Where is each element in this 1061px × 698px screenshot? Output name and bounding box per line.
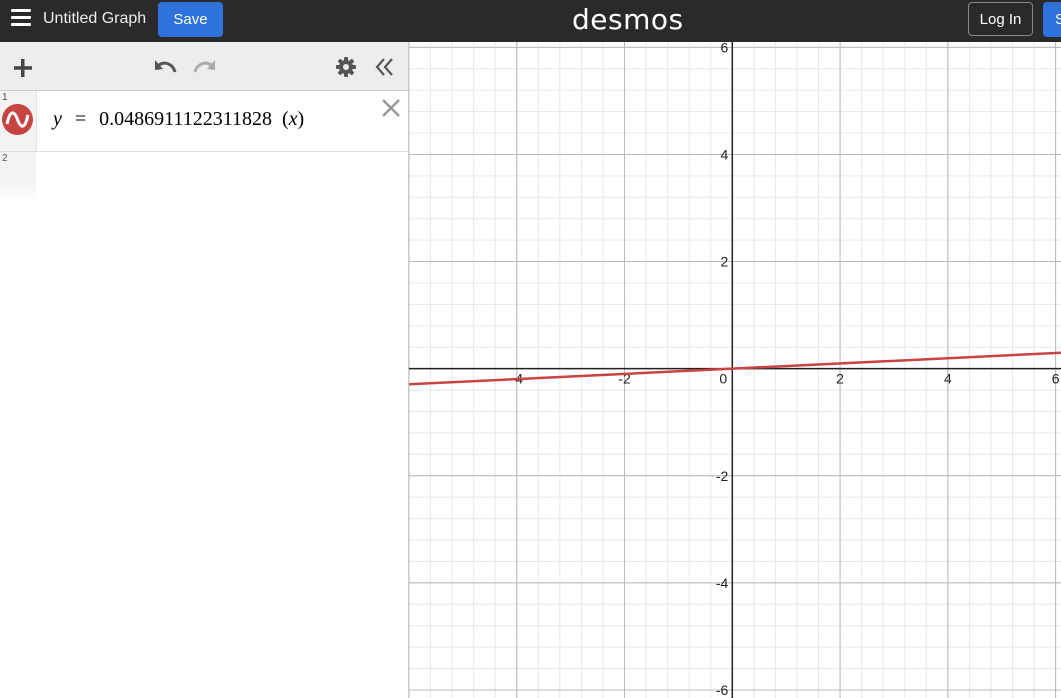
y-tick-label: 4 xyxy=(721,146,729,162)
formula-lhs: y xyxy=(53,108,62,130)
top-bar: Untitled Graph Save desmos Log In S xyxy=(0,0,1061,42)
redo-icon[interactable] xyxy=(191,56,217,76)
expression-formula[interactable]: y = 0.0486911122311828 (x) xyxy=(53,108,304,131)
x-tick-label: 2 xyxy=(836,371,844,387)
gear-icon[interactable] xyxy=(335,56,357,78)
expression-tab[interactable]: 2 xyxy=(0,152,36,202)
graph-canvas[interactable]: -4-20246642-2-4-6 xyxy=(409,42,1061,698)
formula-equals: = xyxy=(74,108,87,130)
expression-index: 1 xyxy=(2,92,8,103)
y-tick-label: -2 xyxy=(716,468,729,484)
y-tick-label: -6 xyxy=(716,682,729,698)
expression-row-empty[interactable]: 2 xyxy=(0,152,408,202)
desmos-logo: desmos xyxy=(572,3,684,36)
collapse-icon[interactable] xyxy=(374,57,396,77)
y-tick-label: 2 xyxy=(721,254,729,270)
expression-row[interactable]: 1 y = 0.0486911122311828 (x) xyxy=(0,91,408,152)
graph-svg[interactable]: -4-20246642-2-4-6 xyxy=(409,42,1061,698)
signup-button[interactable]: S xyxy=(1043,2,1061,37)
formula-coefficient: 0.0486911122311828 xyxy=(99,108,272,130)
formula-paren-close: ) xyxy=(297,108,305,130)
delete-expression-icon[interactable] xyxy=(381,98,401,118)
graph-color-icon[interactable] xyxy=(2,104,33,135)
expression-panel: 1 y = 0.0486911122311828 (x) 2 xyxy=(0,42,409,698)
y-tick-label: -4 xyxy=(716,575,729,591)
formula-paren-open: ( xyxy=(281,108,289,130)
login-button[interactable]: Log In xyxy=(968,2,1033,36)
x-tick-label: 0 xyxy=(719,371,727,387)
menu-icon[interactable] xyxy=(11,9,31,26)
expression-toolbar xyxy=(0,42,408,91)
x-tick-label: 4 xyxy=(944,371,952,387)
expression-tab[interactable]: 1 xyxy=(0,91,37,151)
x-tick-label: 6 xyxy=(1052,371,1060,387)
plus-icon[interactable] xyxy=(12,57,34,79)
expression-index: 2 xyxy=(2,153,8,164)
y-tick-label: 6 xyxy=(721,42,729,55)
undo-icon[interactable] xyxy=(153,56,179,76)
graph-title[interactable]: Untitled Graph xyxy=(43,10,146,28)
save-button[interactable]: Save xyxy=(158,2,223,37)
formula-arg: x xyxy=(288,108,298,130)
